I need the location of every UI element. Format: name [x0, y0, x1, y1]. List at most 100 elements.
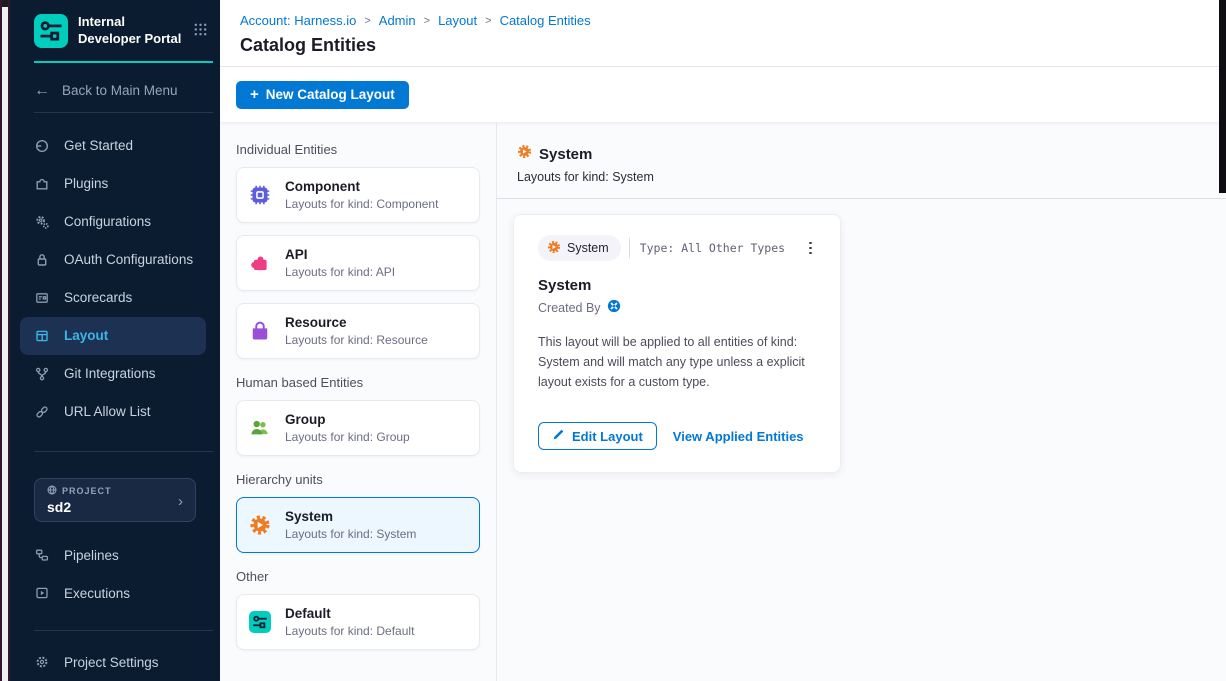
- get-started-icon: [34, 138, 50, 154]
- edit-layout-button[interactable]: Edit Layout: [538, 422, 657, 450]
- harness-idp-logo-icon: [34, 14, 68, 48]
- section-heading: Other: [236, 569, 480, 584]
- sidebar-item-project-settings[interactable]: Project Settings: [10, 643, 220, 681]
- action-bar: + New Catalog Layout: [220, 67, 1226, 122]
- executions-icon: [34, 585, 50, 601]
- breadcrumb-catalog-entities[interactable]: Catalog Entities: [500, 13, 591, 28]
- main-area: Account: Harness.io > Admin > Layout > C…: [220, 0, 1226, 681]
- entity-card-component[interactable]: Component Layouts for kind: Component: [236, 167, 480, 223]
- sidebar-item-label: Executions: [64, 586, 130, 601]
- sidebar-item-label: Configurations: [64, 214, 151, 229]
- new-catalog-layout-button[interactable]: + New Catalog Layout: [236, 81, 409, 109]
- system-gear-icon: [249, 514, 271, 536]
- chip-divider: [629, 238, 630, 258]
- sidebar-nav: Get Started Plugins Configurations OAuth…: [10, 127, 220, 431]
- plugins-icon: [34, 176, 50, 192]
- window-edge-left: [0, 0, 10, 681]
- breadcrumb-admin[interactable]: Admin: [379, 13, 416, 28]
- layout-card-title: System: [538, 277, 816, 294]
- new-catalog-layout-label: New Catalog Layout: [266, 87, 395, 102]
- created-by-label: Created By: [538, 301, 601, 315]
- section-heading: Individual Entities: [236, 142, 480, 157]
- entity-subtitle: Layouts for kind: Resource: [285, 333, 428, 347]
- entity-list-panel: Individual Entities Component Layouts fo…: [220, 122, 497, 681]
- entity-card-default[interactable]: Default Layouts for kind: Default: [236, 594, 480, 650]
- sidebar-item-label: Scorecards: [64, 290, 132, 305]
- sidebar-item-label: URL Allow List: [64, 404, 151, 419]
- content-area: Individual Entities Component Layouts fo…: [220, 122, 1226, 681]
- entity-title: Default: [285, 606, 414, 621]
- sidebar-nav-settings: Project Settings: [10, 643, 220, 681]
- chevron-separator-icon: >: [424, 15, 430, 27]
- harness-logo-icon: [607, 299, 621, 316]
- breadcrumb-account[interactable]: Account: Harness.io: [240, 13, 356, 28]
- default-logo-icon: [249, 611, 271, 633]
- project-cube-icon: [47, 485, 57, 497]
- sidebar-item-plugins[interactable]: Plugins: [10, 165, 220, 203]
- git-branch-icon: [34, 366, 50, 382]
- sidebar-item-label: Pipelines: [64, 548, 119, 563]
- entity-title: System: [285, 509, 416, 524]
- detail-header: System Layouts for kind: System: [497, 122, 1226, 199]
- layout-card-description: This layout will be applied to all entit…: [538, 332, 840, 392]
- layout-icon: [34, 328, 50, 344]
- entity-card-group[interactable]: Group Layouts for kind: Group: [236, 400, 480, 456]
- sidebar-item-label: OAuth Configurations: [64, 252, 193, 267]
- sidebar-item-pipelines[interactable]: Pipelines: [10, 536, 220, 574]
- entity-subtitle: Layouts for kind: Group: [285, 430, 410, 444]
- sidebar-item-configurations[interactable]: Configurations: [10, 203, 220, 241]
- entity-card-resource[interactable]: Resource Layouts for kind: Resource: [236, 303, 480, 359]
- breadcrumb-layout[interactable]: Layout: [438, 13, 477, 28]
- sidebar-item-url-allow-list[interactable]: URL Allow List: [10, 393, 220, 431]
- sidebar-item-executions[interactable]: Executions: [10, 574, 220, 612]
- sidebar-item-layout[interactable]: Layout: [20, 317, 206, 355]
- project-selector[interactable]: PROJECT sd2 ›: [34, 478, 196, 522]
- back-to-main-menu[interactable]: ← Back to Main Menu: [34, 83, 220, 99]
- sidebar-item-git-integrations[interactable]: Git Integrations: [10, 355, 220, 393]
- entity-card-system[interactable]: System Layouts for kind: System: [236, 497, 480, 553]
- view-applied-entities-link[interactable]: View Applied Entities: [673, 429, 804, 444]
- sidebar-item-label: Project Settings: [64, 655, 159, 670]
- oauth-lock-icon: [34, 252, 50, 268]
- brand-divider: [34, 61, 213, 63]
- kind-chip: System: [538, 235, 621, 261]
- entity-title: Component: [285, 179, 438, 194]
- sidebar-divider: [34, 630, 213, 631]
- project-label: PROJECT: [62, 486, 112, 496]
- window-edge-right: [1219, 0, 1226, 193]
- project-name: sd2: [47, 499, 183, 515]
- pipelines-icon: [34, 547, 50, 563]
- type-text: Type: All Other Types: [640, 241, 785, 255]
- api-puzzle-icon: [249, 252, 271, 274]
- entity-card-api[interactable]: API Layouts for kind: API: [236, 235, 480, 291]
- kebab-menu-icon[interactable]: [805, 238, 816, 259]
- apps-grid-icon[interactable]: [193, 22, 208, 42]
- edit-layout-label: Edit Layout: [572, 429, 643, 444]
- detail-title: System: [539, 146, 592, 163]
- sidebar-item-scorecards[interactable]: Scorecards: [10, 279, 220, 317]
- entity-title: Resource: [285, 315, 428, 330]
- entity-title: Group: [285, 412, 410, 427]
- sidebar-nav-project: Pipelines Executions: [10, 536, 220, 612]
- chevron-separator-icon: >: [364, 15, 370, 27]
- scorecards-icon: [34, 290, 50, 306]
- chevron-separator-icon: >: [485, 15, 491, 27]
- resource-bag-icon: [249, 320, 271, 342]
- sidebar-item-oauth-configurations[interactable]: OAuth Configurations: [10, 241, 220, 279]
- back-arrow-icon: ←: [34, 83, 50, 99]
- sidebar-divider: [34, 451, 213, 452]
- breadcrumb: Account: Harness.io > Admin > Layout > C…: [240, 13, 1226, 28]
- plus-icon: +: [250, 86, 259, 103]
- detail-panel: System Layouts for kind: System System T…: [497, 122, 1226, 681]
- sidebar-item-label: Layout: [64, 328, 108, 343]
- sidebar-item-label: Plugins: [64, 176, 108, 191]
- entity-subtitle: Layouts for kind: API: [285, 265, 395, 279]
- entity-subtitle: Layouts for kind: Default: [285, 624, 414, 638]
- layout-card-system: System Type: All Other Types System Crea…: [513, 214, 841, 473]
- back-label: Back to Main Menu: [62, 83, 178, 98]
- sidebar-divider: [34, 112, 213, 113]
- system-gear-icon: [547, 240, 561, 257]
- system-gear-icon: [517, 144, 532, 164]
- detail-subtitle: Layouts for kind: System: [517, 170, 1226, 184]
- sidebar-item-get-started[interactable]: Get Started: [10, 127, 220, 165]
